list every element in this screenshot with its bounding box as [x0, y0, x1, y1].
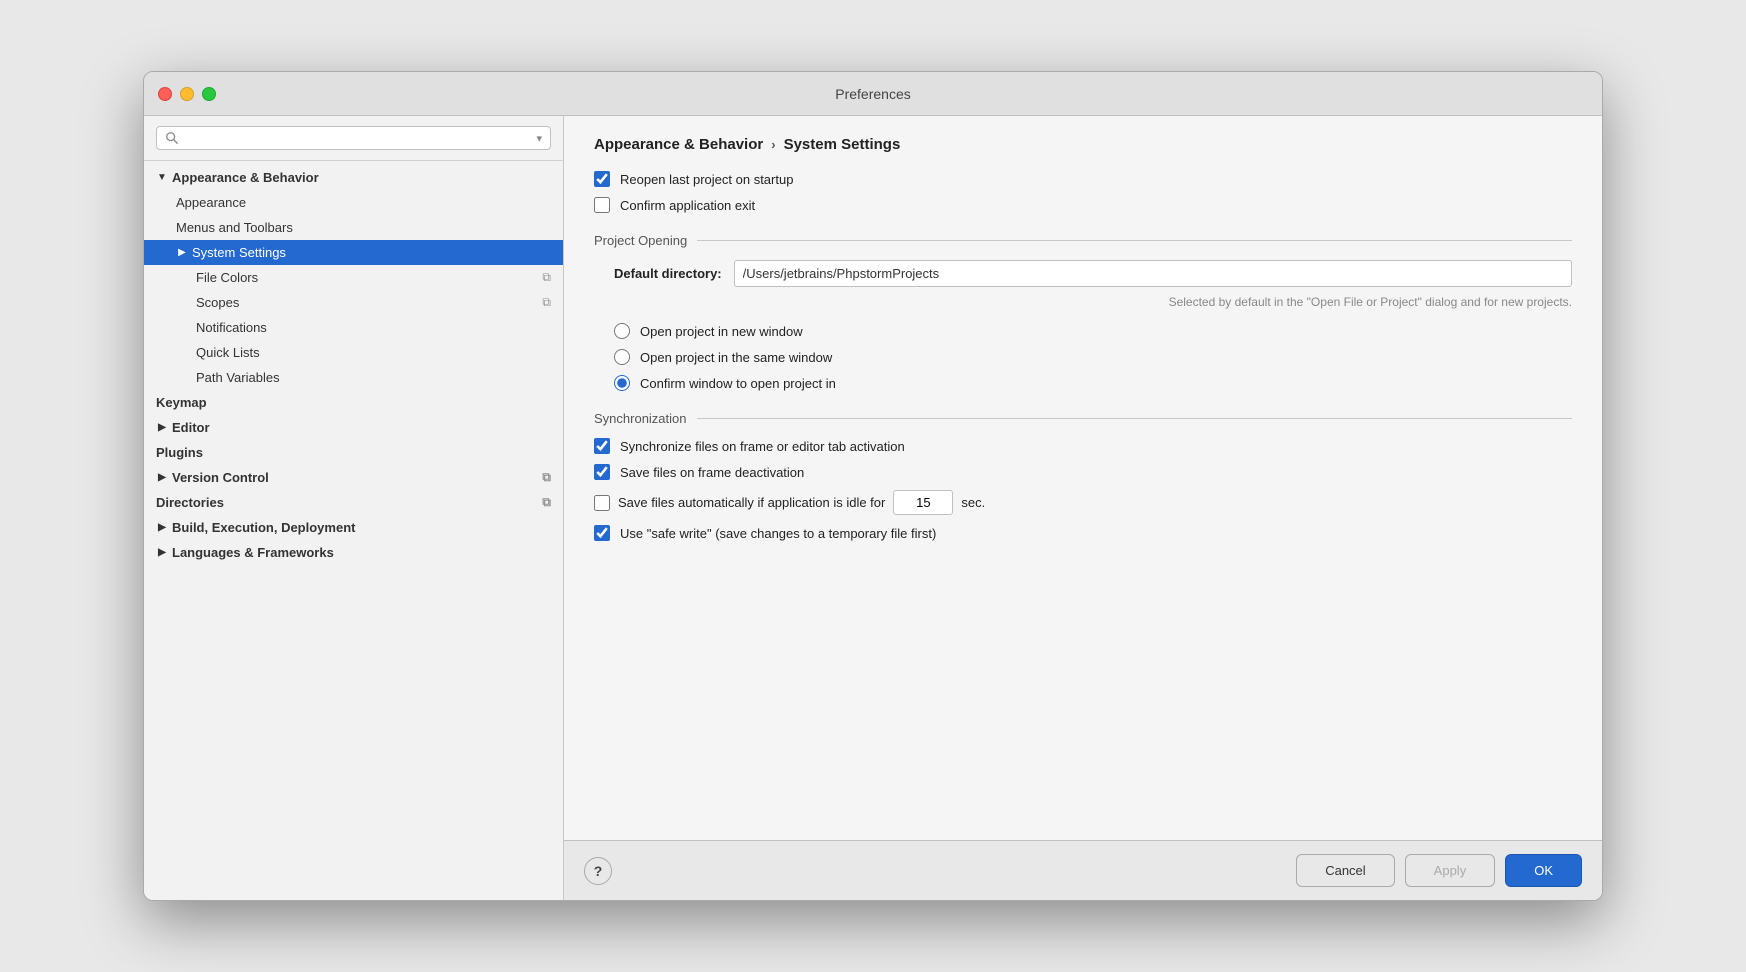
save-frame-label: Save files on frame deactivation [620, 465, 804, 480]
copy-icon-file-colors: ⧉ [542, 270, 551, 285]
sidebar-item-directories[interactable]: Directories ⧉ [144, 490, 563, 515]
open-same-window-radio[interactable] [614, 349, 630, 365]
confirm-exit-label: Confirm application exit [620, 198, 755, 213]
save-auto-row: Save files automatically if application … [594, 490, 1572, 515]
main-inner: Appearance & Behavior › System Settings … [564, 116, 1602, 840]
sidebar-item-appearance[interactable]: Appearance [144, 190, 563, 215]
open-same-window-row: Open project in the same window [594, 349, 1572, 365]
sidebar-item-build-execution[interactable]: ▶ Build, Execution, Deployment [144, 515, 563, 540]
project-opening-header: Project Opening [594, 233, 1572, 248]
reopen-last-project-row: Reopen last project on startup [594, 171, 1572, 187]
footer-left: ? [584, 857, 612, 885]
copy-icon-dirs: ⧉ [542, 495, 551, 510]
save-frame-checkbox[interactable] [594, 464, 610, 480]
sidebar-item-languages-frameworks[interactable]: ▶ Languages & Frameworks [144, 540, 563, 565]
search-icon [165, 131, 179, 145]
sync-files-row: Synchronize files on frame or editor tab… [594, 438, 1572, 454]
save-frame-row: Save files on frame deactivation [594, 464, 1572, 480]
confirm-window-row: Confirm window to open project in [594, 375, 1572, 391]
copy-icon-scopes: ⧉ [542, 295, 551, 310]
preferences-window: Preferences ▾ ▼ Appearance & Behav [143, 71, 1603, 901]
sidebar-item-scopes[interactable]: Scopes ⧉ [144, 290, 563, 315]
open-new-window-row: Open project in new window [594, 323, 1572, 339]
help-button[interactable]: ? [584, 857, 612, 885]
sidebar-item-keymap[interactable]: Keymap [144, 390, 563, 415]
confirm-exit-checkbox[interactable] [594, 197, 610, 213]
open-new-window-radio[interactable] [614, 323, 630, 339]
sidebar-item-menus-toolbars[interactable]: Menus and Toolbars [144, 215, 563, 240]
reopen-last-project-checkbox[interactable] [594, 171, 610, 187]
safe-write-checkbox[interactable] [594, 525, 610, 541]
sidebar-item-quick-lists[interactable]: Quick Lists [144, 340, 563, 365]
save-auto-unit: sec. [961, 495, 985, 510]
sync-files-label: Synchronize files on frame or editor tab… [620, 439, 905, 454]
window-title: Preferences [835, 86, 910, 102]
sidebar-item-version-control[interactable]: ▶ Version Control ⧉ [144, 465, 563, 490]
ok-button[interactable]: OK [1505, 854, 1582, 887]
sidebar: ▾ ▼ Appearance & Behavior Appearance Men… [144, 116, 564, 900]
traffic-lights [158, 87, 216, 101]
open-new-window-label: Open project in new window [640, 324, 803, 339]
footer-right: Cancel Apply OK [1296, 854, 1582, 887]
minimize-button[interactable] [180, 87, 194, 101]
search-dropdown-arrow[interactable]: ▾ [536, 132, 542, 145]
confirm-window-label: Confirm window to open project in [640, 376, 836, 391]
startup-section: Reopen last project on startup Confirm a… [594, 171, 1572, 213]
expand-arrow: ▼ [156, 172, 168, 184]
safe-write-row: Use "safe write" (save changes to a temp… [594, 525, 1572, 541]
confirm-exit-row: Confirm application exit [594, 197, 1572, 213]
default-dir-input[interactable] [734, 260, 1572, 287]
sidebar-item-notifications[interactable]: Notifications [144, 315, 563, 340]
search-wrapper[interactable]: ▾ [156, 126, 551, 150]
default-dir-row: Default directory: [594, 260, 1572, 287]
breadcrumb-separator: › [771, 137, 775, 152]
sidebar-item-path-variables[interactable]: Path Variables [144, 365, 563, 390]
breadcrumb: Appearance & Behavior › System Settings [594, 136, 1572, 153]
synchronization-section: Synchronization Synchronize files on fra… [594, 411, 1572, 541]
save-auto-checkbox[interactable] [594, 495, 610, 511]
apply-button[interactable]: Apply [1405, 854, 1496, 887]
save-auto-label: Save files automatically if application … [618, 495, 885, 510]
breadcrumb-parent: Appearance & Behavior [594, 136, 763, 153]
close-button[interactable] [158, 87, 172, 101]
synchronization-header: Synchronization [594, 411, 1572, 426]
sidebar-item-file-colors[interactable]: File Colors ⧉ [144, 265, 563, 290]
confirm-window-radio[interactable] [614, 375, 630, 391]
sidebar-item-appearance-behavior[interactable]: ▼ Appearance & Behavior [144, 165, 563, 190]
default-dir-hint: Selected by default in the "Open File or… [594, 295, 1572, 309]
save-auto-seconds-input[interactable] [893, 490, 953, 515]
expand-arrow-editor: ▶ [156, 422, 168, 434]
titlebar: Preferences [144, 72, 1602, 116]
project-opening-section: Project Opening Default directory: Selec… [594, 233, 1572, 391]
expand-arrow-lang: ▶ [156, 547, 168, 559]
sidebar-tree: ▼ Appearance & Behavior Appearance Menus… [144, 161, 563, 900]
open-same-window-label: Open project in the same window [640, 350, 832, 365]
breadcrumb-child: System Settings [784, 136, 901, 153]
expand-arrow-vc: ▶ [156, 472, 168, 484]
main-content: Appearance & Behavior › System Settings … [564, 116, 1602, 900]
copy-icon-vc: ⧉ [542, 470, 551, 485]
sync-files-checkbox[interactable] [594, 438, 610, 454]
search-input[interactable] [185, 131, 530, 145]
content-area: ▾ ▼ Appearance & Behavior Appearance Men… [144, 116, 1602, 900]
expand-arrow-build: ▶ [156, 522, 168, 534]
sidebar-item-system-settings[interactable]: ▶ System Settings [144, 240, 563, 265]
default-dir-label: Default directory: [614, 266, 722, 281]
cancel-button[interactable]: Cancel [1296, 854, 1394, 887]
sidebar-item-editor[interactable]: ▶ Editor [144, 415, 563, 440]
reopen-last-project-label: Reopen last project on startup [620, 172, 793, 187]
expand-arrow-system: ▶ [176, 247, 188, 259]
footer: ? Cancel Apply OK [564, 840, 1602, 900]
maximize-button[interactable] [202, 87, 216, 101]
sidebar-item-plugins[interactable]: Plugins [144, 440, 563, 465]
safe-write-label: Use "safe write" (save changes to a temp… [620, 526, 936, 541]
search-bar: ▾ [144, 116, 563, 161]
